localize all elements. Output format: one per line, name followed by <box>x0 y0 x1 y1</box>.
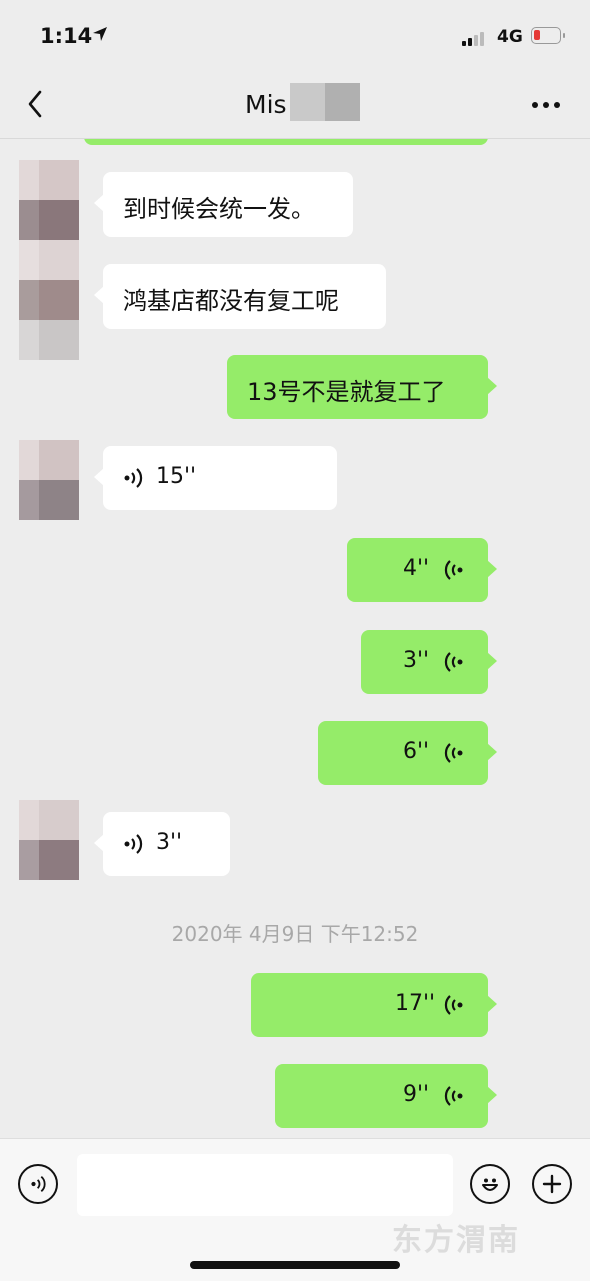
add-button[interactable] <box>532 1164 572 1204</box>
message-text: 13号不是就复工了 <box>247 378 446 406</box>
voice-wave-icon <box>444 995 463 1015</box>
voice-duration: 3'' <box>403 648 430 673</box>
voice-wave-icon <box>444 560 463 580</box>
message-input[interactable] <box>77 1154 453 1216</box>
voice-duration: 9'' <box>403 1082 430 1107</box>
avatar[interactable] <box>19 160 79 240</box>
previous-message-stub <box>84 139 488 145</box>
chat-header: Mis <box>0 70 590 139</box>
more-button[interactable] <box>526 92 566 116</box>
time-divider: 2020年 4月9日 下午12:52 <box>171 922 419 946</box>
emoji-button[interactable] <box>470 1164 510 1204</box>
voice-message[interactable]: 9'' <box>275 1064 497 1128</box>
voice-message[interactable]: 3'' <box>94 812 230 876</box>
status-time: 1:14 <box>40 24 93 48</box>
voice-toggle-button[interactable] <box>18 1164 58 1204</box>
input-bar: 东方渭南 <box>0 1138 590 1281</box>
signal-icon <box>462 30 490 46</box>
title-mosaic <box>290 83 360 121</box>
voice-message[interactable]: 4'' <box>347 538 497 602</box>
chevron-left-icon <box>28 90 42 118</box>
avatar[interactable] <box>19 440 79 520</box>
message-bubble[interactable]: 13号不是就复工了 <box>227 355 497 419</box>
home-indicator <box>190 1261 400 1269</box>
avatar[interactable] <box>19 240 79 360</box>
message-text: 鸿基店都没有复工呢 <box>123 287 339 315</box>
location-arrow-icon <box>92 26 108 46</box>
emoji-icon <box>482 1178 498 1191</box>
voice-message[interactable]: 15'' <box>94 446 337 510</box>
message-text: 到时候会统一发。 <box>123 195 315 223</box>
message-bubble[interactable]: 到时候会统一发。 <box>94 172 353 237</box>
network-label: 4G <box>497 27 523 47</box>
watermark-logo: 东方渭南 <box>392 1223 520 1258</box>
status-bar: 1:14 4G <box>0 0 590 70</box>
voice-message[interactable]: 3'' <box>361 630 497 694</box>
battery-icon <box>531 27 565 44</box>
voice-duration: 4'' <box>403 556 430 581</box>
voice-wave-icon <box>124 834 143 854</box>
voice-wave-icon <box>124 468 143 488</box>
voice-duration: 17'' <box>395 991 436 1016</box>
voice-wave-icon <box>444 1086 463 1106</box>
plus-icon <box>542 1174 562 1194</box>
back-button[interactable] <box>22 86 52 122</box>
avatar[interactable] <box>19 800 79 880</box>
message-list[interactable]: 到时候会统一发。 鸿基店都没有复工呢 13号不是就复工了 15'' 4'' 3'… <box>0 139 590 1138</box>
voice-icon <box>31 1175 46 1193</box>
voice-message[interactable]: 17'' <box>251 973 497 1037</box>
voice-wave-icon <box>444 743 463 763</box>
voice-duration: 15'' <box>156 464 197 489</box>
voice-duration: 3'' <box>156 830 183 855</box>
message-bubble[interactable]: 鸿基店都没有复工呢 <box>94 264 386 329</box>
voice-duration: 6'' <box>403 739 430 764</box>
chat-title: Mis <box>245 90 287 119</box>
voice-wave-icon <box>444 652 463 672</box>
voice-message[interactable]: 6'' <box>318 721 497 785</box>
